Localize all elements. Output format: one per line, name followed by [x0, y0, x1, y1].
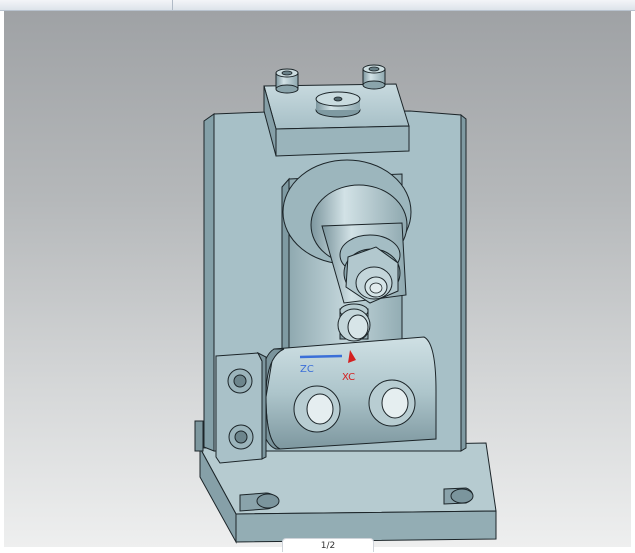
- locating-pin[interactable]: [337, 303, 371, 342]
- top-clamp-block[interactable]: [263, 64, 410, 157]
- side-clamp-block[interactable]: [215, 351, 267, 464]
- viewport-right-border: [631, 11, 635, 551]
- page-indicator: 1/2: [282, 538, 374, 552]
- xc-axis-label: XC: [342, 372, 355, 383]
- graphics-viewport[interactable]: ZC XC: [4, 11, 632, 547]
- zc-axis-line: [299, 354, 343, 359]
- lower-clamp-body[interactable]: [259, 336, 437, 450]
- toolbar-divider: [172, 0, 173, 10]
- cad-model-canvas[interactable]: ZC XC: [4, 11, 631, 547]
- top-toolbar-strip: [0, 0, 635, 11]
- zc-axis-label: ZC: [300, 364, 314, 375]
